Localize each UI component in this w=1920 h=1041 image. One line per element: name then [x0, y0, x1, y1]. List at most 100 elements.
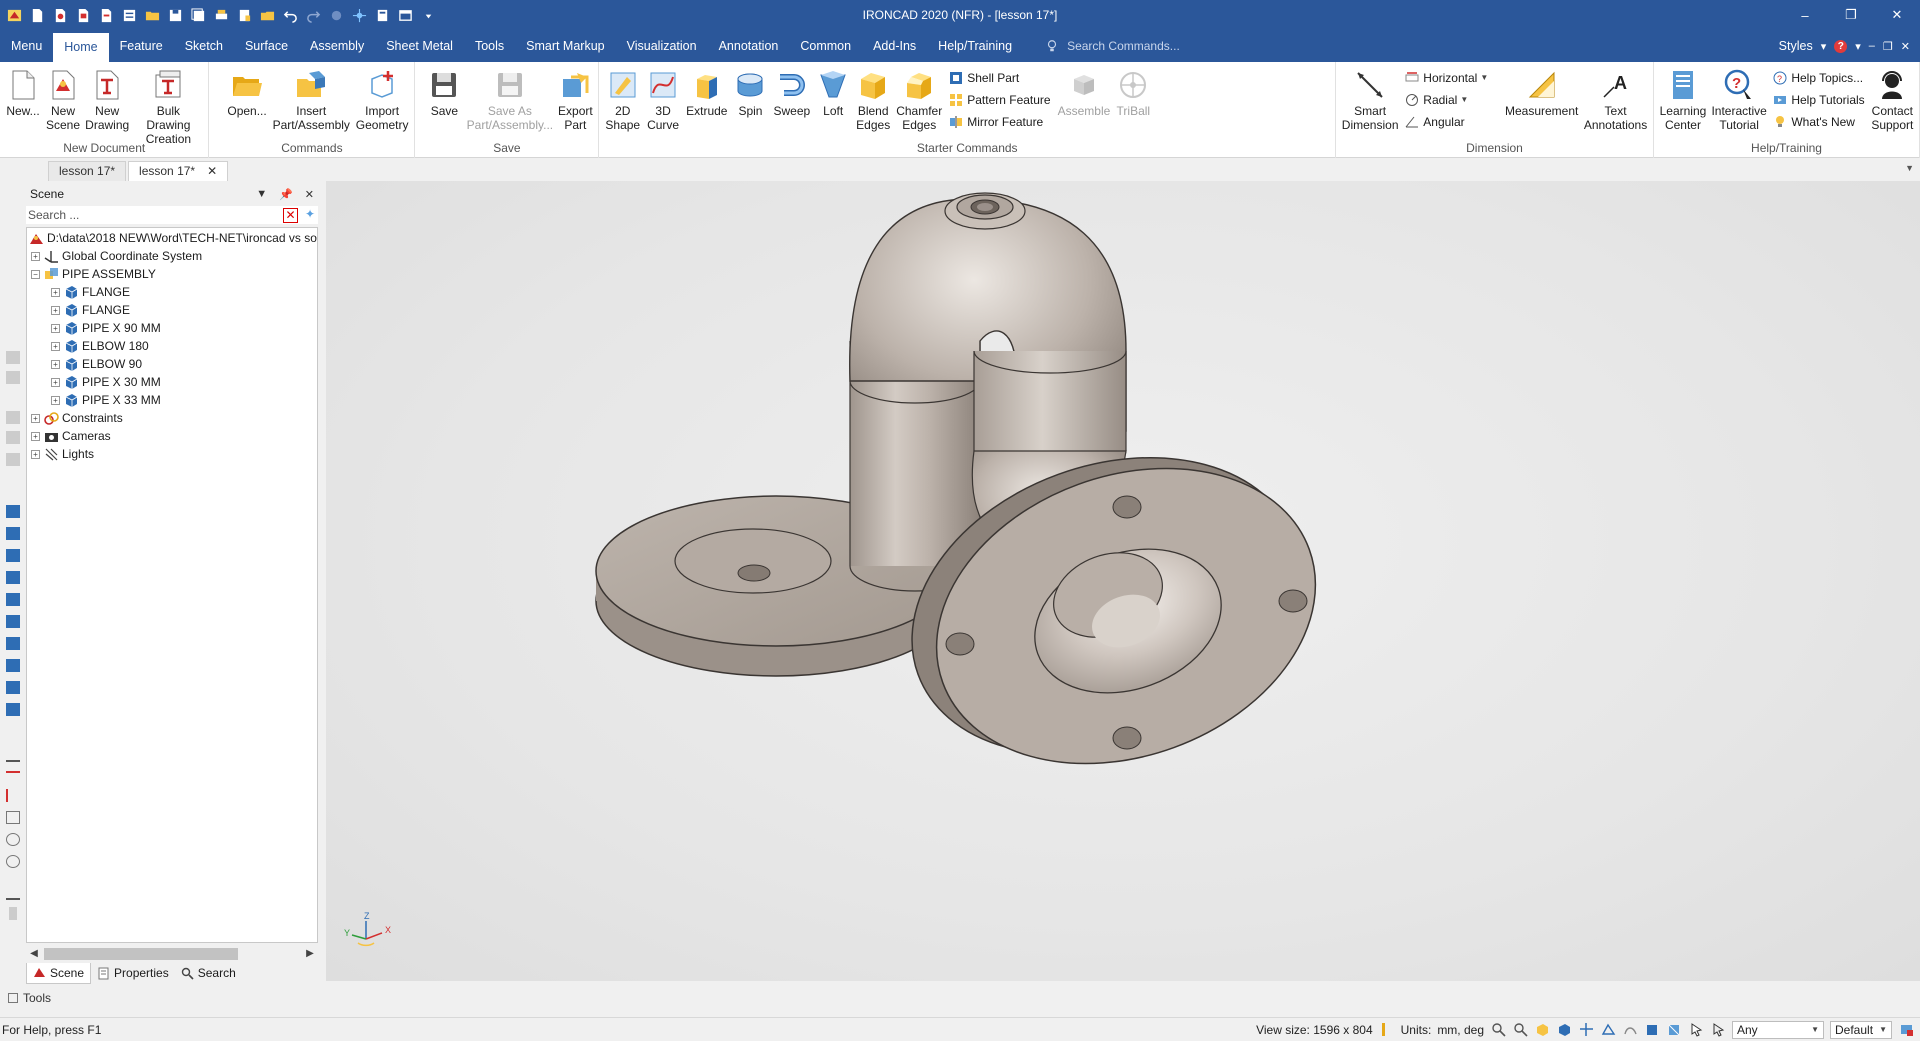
new-scene-button[interactable]: New Scene	[43, 66, 83, 134]
properties-icon[interactable]	[234, 5, 254, 25]
tab-common[interactable]: Common	[789, 33, 862, 59]
tree-item-lights[interactable]: + Lights	[31, 445, 94, 463]
new-scene-icon[interactable]	[50, 5, 70, 25]
tool-icon[interactable]	[6, 453, 20, 466]
view-icon[interactable]	[6, 659, 20, 672]
contact-support-button[interactable]: Contact Support	[1869, 66, 1916, 134]
new-drawing-button[interactable]: New Drawing	[83, 66, 131, 134]
view-icon[interactable]	[6, 593, 20, 606]
interactive-tutorial-button[interactable]: ? Interactive Tutorial	[1709, 66, 1769, 134]
undo-icon[interactable]	[280, 5, 300, 25]
learning-center-button[interactable]: Learning Center	[1657, 66, 1709, 134]
dimension-tool-icon[interactable]	[6, 789, 20, 802]
help-topics-button[interactable]: ? Help Topics...	[1773, 68, 1864, 87]
panel-menu-icon[interactable]: ▼	[256, 188, 267, 201]
circle-tool-icon[interactable]	[6, 855, 20, 868]
expand-icon[interactable]: +	[51, 341, 60, 351]
tab-tools[interactable]: Tools	[464, 33, 515, 59]
open-folder-icon[interactable]	[142, 5, 162, 25]
tab-smart-markup[interactable]: Smart Markup	[515, 33, 616, 59]
pipe-assembly-model[interactable]	[326, 181, 1920, 981]
tab-add-ins[interactable]: Add-Ins	[862, 33, 927, 59]
curve-3d-button[interactable]: 3D Curve	[643, 66, 683, 134]
expand-icon[interactable]: +	[31, 449, 40, 459]
tab-sheet-metal[interactable]: Sheet Metal	[375, 33, 464, 59]
view-icon[interactable]	[6, 505, 20, 518]
radial-dropdown-icon[interactable]: ▼	[1460, 95, 1468, 104]
tree-root[interactable]: D:\data\2018 NEW\Word\TECH-NET\ironcad v…	[29, 229, 317, 247]
dimension-tool-icon[interactable]	[6, 771, 20, 784]
tree-item-part[interactable]: + FLANGE	[51, 301, 130, 319]
tabs-dropdown-icon[interactable]: ▼	[1905, 163, 1914, 173]
blend-edges-button[interactable]: Blend Edges	[853, 66, 893, 134]
tab-menu[interactable]: Menu	[0, 33, 53, 59]
open-button[interactable]: Open...	[224, 66, 269, 120]
collapse-icon[interactable]: −	[31, 269, 40, 279]
expand-icon[interactable]: +	[31, 413, 40, 423]
line-tool-icon[interactable]	[6, 749, 20, 762]
help-dropdown-icon[interactable]: ▾	[1855, 40, 1861, 53]
assemble-button[interactable]: Assemble	[1055, 66, 1114, 120]
tree-item-constraints[interactable]: + Constraints	[31, 409, 123, 427]
import-geometry-button[interactable]: Import Geometry	[353, 66, 412, 134]
minimize-button[interactable]: –	[1782, 0, 1828, 30]
pointer-filter-icon[interactable]	[1710, 1022, 1726, 1038]
insert-part-button[interactable]: Insert Part/Assembly	[270, 66, 353, 134]
render-mode-icon[interactable]	[1556, 1022, 1572, 1038]
close-tab-icon[interactable]: ✕	[207, 162, 217, 181]
style-select[interactable]: Default ▼	[1830, 1020, 1892, 1039]
zoom-icon[interactable]	[1490, 1022, 1506, 1038]
sweep-button[interactable]: Sweep	[770, 66, 813, 120]
customize-qat-icon[interactable]	[418, 5, 438, 25]
bulk-icon[interactable]	[119, 5, 139, 25]
tab-sketch[interactable]: Sketch	[174, 33, 234, 59]
tree-item-gcs[interactable]: + Global Coordinate System	[31, 247, 202, 265]
3d-viewport[interactable]: Z X Y	[326, 181, 1920, 981]
triball-qat-icon[interactable]	[349, 5, 369, 25]
scroll-thumb[interactable]	[44, 948, 238, 960]
tool-icon[interactable]	[6, 351, 20, 364]
search-options-icon[interactable]: ✦	[302, 207, 318, 223]
save-button[interactable]: Save	[424, 66, 464, 120]
tree-item-part[interactable]: + PIPE X 30 MM	[51, 373, 161, 391]
tree-item-assembly[interactable]: − PIPE ASSEMBLY	[31, 265, 156, 283]
tab-help-training[interactable]: Help/Training	[927, 33, 1023, 59]
tab-search[interactable]: Search	[175, 963, 242, 984]
doc-tab[interactable]: lesson 17*	[48, 161, 127, 181]
view-icon[interactable]	[6, 549, 20, 562]
clear-search-icon[interactable]: ✕	[283, 207, 298, 223]
tree-item-cameras[interactable]: + Cameras	[31, 427, 111, 445]
folder-open-icon[interactable]	[257, 5, 277, 25]
horizontal-dimension-button[interactable]: Horizontal ▼	[1405, 68, 1488, 87]
close-button[interactable]: ✕	[1874, 0, 1920, 30]
layout-icon[interactable]	[395, 5, 415, 25]
app-menu-icon[interactable]	[4, 5, 24, 25]
scroll-left-icon[interactable]: ◀	[27, 948, 41, 959]
new-button[interactable]: New...	[3, 66, 43, 120]
panel-toggle-icon[interactable]	[372, 5, 392, 25]
tree-item-part[interactable]: + PIPE X 33 MM	[51, 391, 161, 409]
scroll-right-icon[interactable]: ▶	[303, 948, 317, 959]
doc-tab-active[interactable]: lesson 17* ✕	[128, 161, 229, 181]
angular-dimension-button[interactable]: Angular	[1405, 112, 1488, 131]
scene-search-box[interactable]: Search ... ✕ ✦	[26, 206, 318, 224]
text-annotations-button[interactable]: A Text Annotations	[1581, 66, 1650, 134]
tool-icon[interactable]	[9, 907, 17, 920]
view-icon[interactable]	[6, 681, 20, 694]
tool-icon[interactable]	[6, 411, 20, 424]
horizontal-dropdown-icon[interactable]: ▼	[1480, 73, 1488, 82]
section-icon[interactable]	[1666, 1022, 1682, 1038]
tool-icon[interactable]	[6, 431, 20, 444]
expand-icon[interactable]: +	[51, 323, 60, 333]
new-drawing-icon[interactable]	[73, 5, 93, 25]
tab-assembly[interactable]: Assembly	[299, 33, 375, 59]
display-mode-icon[interactable]	[1534, 1022, 1550, 1038]
help-icon[interactable]: ?	[1834, 39, 1848, 53]
view-cube-icon[interactable]	[1644, 1022, 1660, 1038]
expand-icon[interactable]: +	[51, 305, 60, 315]
pattern-feature-button[interactable]: Pattern Feature	[949, 90, 1051, 109]
expand-icon[interactable]: +	[51, 377, 60, 387]
snap-icon[interactable]	[1578, 1022, 1594, 1038]
radial-dimension-button[interactable]: Radial ▼	[1405, 90, 1488, 109]
expand-icon[interactable]: +	[31, 251, 40, 261]
